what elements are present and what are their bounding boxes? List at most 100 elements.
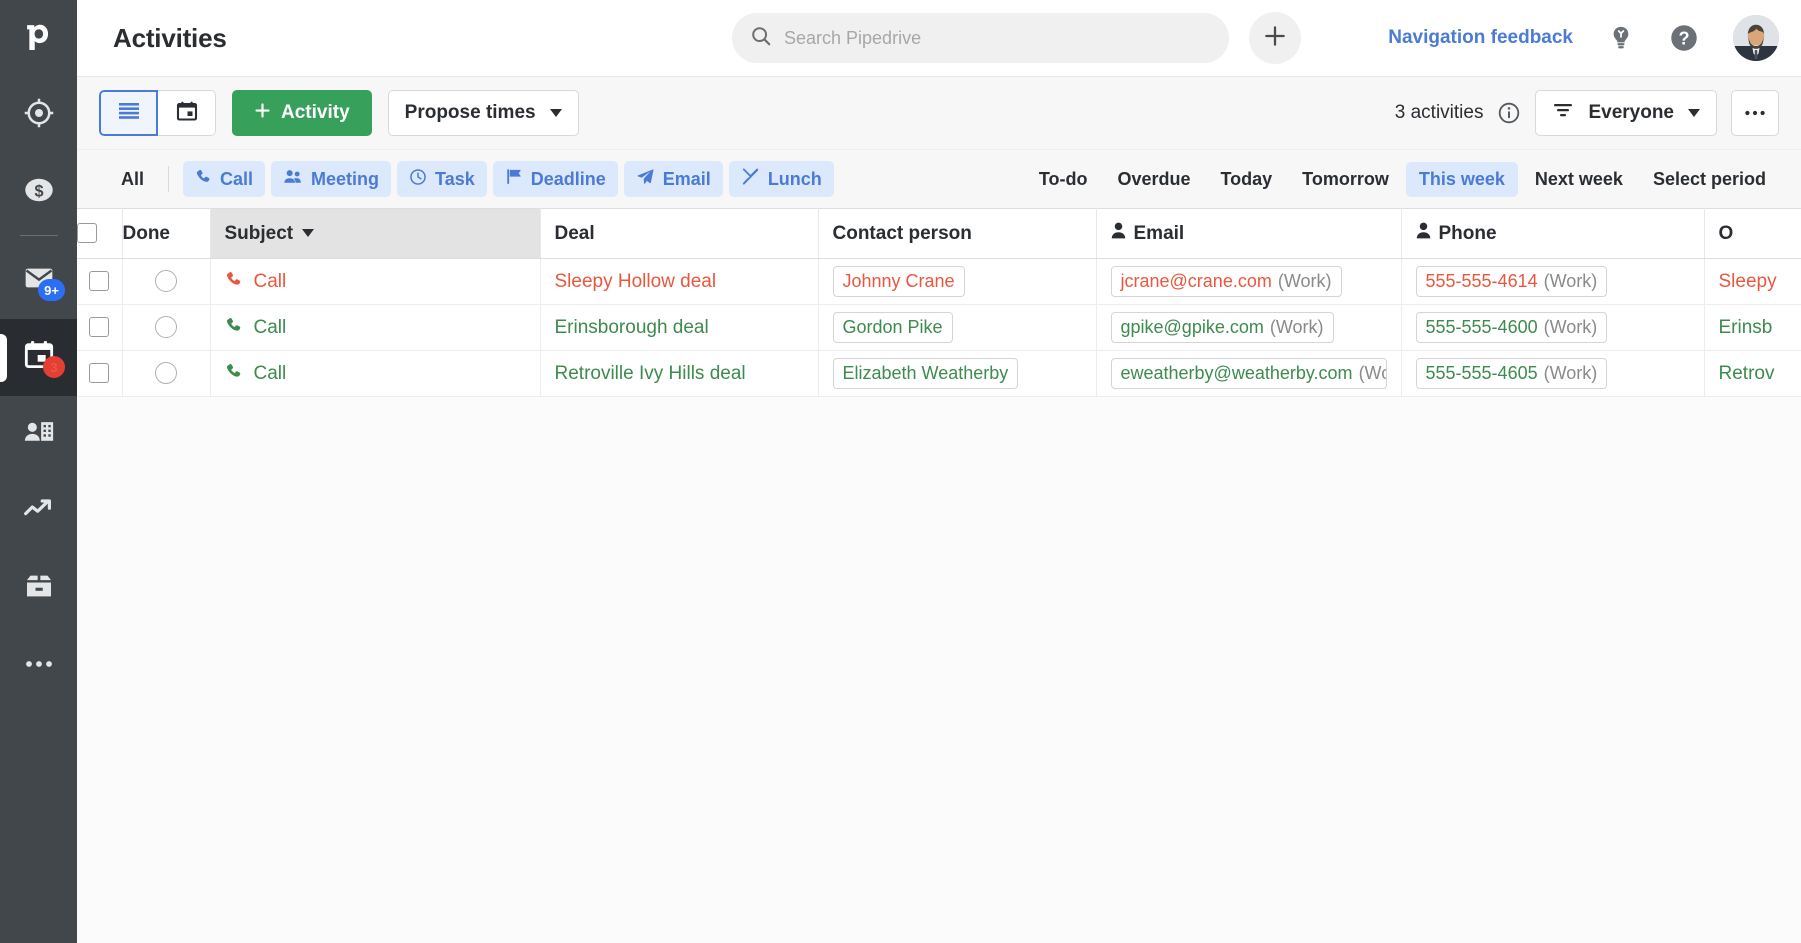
filter-chip-label: Deadline	[531, 169, 606, 190]
sidebar-item-mail[interactable]: 9+	[0, 242, 77, 319]
propose-times-button[interactable]: Propose times	[388, 90, 579, 136]
row-subject-label[interactable]: Call	[254, 363, 287, 385]
sidebar-item-products[interactable]	[0, 550, 77, 627]
email-pill[interactable]: eweatherby@weatherby.com (Work)	[1111, 358, 1387, 389]
people-icon	[283, 168, 303, 190]
mark-done-toggle[interactable]	[155, 362, 177, 384]
activities-table: Done Subject Deal Contact person	[77, 208, 1801, 397]
header-deal[interactable]: Deal	[540, 209, 818, 259]
email-label: (Work)	[1270, 317, 1324, 338]
email-pill[interactable]: jcrane@crane.com (Work)	[1111, 266, 1342, 297]
period-next-week[interactable]: Next week	[1522, 162, 1636, 197]
sidebar-item-leads[interactable]	[0, 77, 77, 154]
row-checkbox[interactable]	[89, 363, 109, 383]
row-deal-cell[interactable]: Sleepy Hollow deal	[540, 259, 818, 305]
filter-chip-lunch[interactable]: Lunch	[729, 161, 834, 197]
main-area: Activities Navigation feed	[77, 0, 1801, 943]
row-done-cell	[122, 259, 210, 305]
phone-pill[interactable]: 555-555-4614 (Work)	[1416, 266, 1608, 297]
email-value: gpike@gpike.com	[1121, 317, 1264, 338]
flag-icon	[505, 167, 523, 191]
info-circle-icon[interactable]	[1497, 101, 1521, 125]
more-options-button[interactable]	[1731, 90, 1779, 136]
sidebar-item-contacts[interactable]	[0, 396, 77, 473]
lightbulb-icon[interactable]	[1607, 24, 1635, 52]
list-view-button[interactable]	[99, 90, 158, 136]
user-avatar[interactable]	[1733, 15, 1779, 61]
period-filters: To-do Overdue Today Tomorrow This week N…	[1026, 162, 1779, 197]
sidebar-item-deals[interactable]: $	[0, 154, 77, 231]
email-pill[interactable]: gpike@gpike.com (Work)	[1111, 312, 1334, 343]
calendar-view-button[interactable]	[157, 90, 216, 136]
sidebar-item-activities[interactable]: 3	[0, 319, 77, 396]
filter-chip-task[interactable]: Task	[397, 161, 487, 197]
owner-filter-button[interactable]: Everyone	[1535, 90, 1717, 136]
header-phone[interactable]: Phone	[1401, 209, 1704, 259]
filter-chip-deadline[interactable]: Deadline	[493, 161, 618, 197]
navigation-feedback-link[interactable]: Navigation feedback	[1388, 27, 1573, 49]
row-checkbox[interactable]	[89, 271, 109, 291]
quick-add-button[interactable]	[1249, 12, 1301, 64]
cutlery-icon	[741, 167, 760, 191]
row-checkbox[interactable]	[89, 317, 109, 337]
header-email[interactable]: Email	[1096, 209, 1401, 259]
filter-all[interactable]: All	[111, 163, 154, 196]
table-row[interactable]: Call Retroville Ivy Hills deal Elizabeth…	[77, 351, 1801, 397]
table-row[interactable]: Call Erinsborough deal Gordon Pike gpike…	[77, 305, 1801, 351]
mail-badge: 9+	[38, 279, 65, 301]
phone-pill[interactable]: 555-555-4605 (Work)	[1416, 358, 1608, 389]
header-done[interactable]: Done	[122, 209, 210, 259]
global-search[interactable]	[732, 13, 1229, 63]
contact-person-pill[interactable]: Gordon Pike	[833, 312, 953, 343]
header-phone-label: Phone	[1439, 223, 1497, 245]
search-input[interactable]	[784, 28, 1211, 49]
phone-label: (Work)	[1544, 317, 1598, 338]
filter-chip-label: Lunch	[768, 169, 822, 190]
row-subject-cell: Call	[210, 351, 540, 397]
owner-filter-label: Everyone	[1588, 102, 1674, 124]
sidebar-item-insights[interactable]	[0, 473, 77, 550]
row-select-cell	[77, 259, 122, 305]
row-organization-cell[interactable]: Erinsb	[1704, 305, 1801, 351]
question-mark-icon[interactable]: ?	[1669, 23, 1699, 53]
row-subject-label[interactable]: Call	[254, 271, 287, 293]
row-subject-cell: Call	[210, 305, 540, 351]
row-organization-cell[interactable]: Retrov	[1704, 351, 1801, 397]
period-this-week[interactable]: This week	[1406, 162, 1518, 197]
paper-plane-icon	[636, 167, 655, 191]
period-overdue[interactable]: Overdue	[1104, 162, 1203, 197]
filter-chip-email[interactable]: Email	[624, 161, 723, 197]
email-value: jcrane@crane.com	[1121, 271, 1272, 292]
phone-pill[interactable]: 555-555-4600 (Work)	[1416, 312, 1608, 343]
select-all-checkbox[interactable]	[77, 223, 97, 243]
header-subject-label: Subject	[225, 223, 294, 244]
phone-value: 555-555-4600	[1426, 317, 1538, 338]
contact-person-pill[interactable]: Elizabeth Weatherby	[833, 358, 1019, 389]
header-subject[interactable]: Subject	[210, 209, 540, 259]
period-today[interactable]: Today	[1208, 162, 1286, 197]
sidebar-item-more[interactable]	[0, 627, 77, 704]
add-activity-button[interactable]: Activity	[232, 90, 372, 136]
header-organization[interactable]: O	[1704, 209, 1801, 259]
row-organization-cell[interactable]: Sleepy	[1704, 259, 1801, 305]
filter-chip-call[interactable]: Call	[183, 161, 265, 197]
filter-chip-meeting[interactable]: Meeting	[271, 161, 391, 197]
table-row[interactable]: Call Sleepy Hollow deal Johnny Crane jcr…	[77, 259, 1801, 305]
header-contact-person[interactable]: Contact person	[818, 209, 1096, 259]
period-tomorrow[interactable]: Tomorrow	[1289, 162, 1402, 197]
left-sidebar: $ 9+	[0, 0, 77, 943]
pipedrive-logo[interactable]	[0, 0, 77, 77]
row-deal-cell[interactable]: Erinsborough deal	[540, 305, 818, 351]
contact-person-pill[interactable]: Johnny Crane	[833, 266, 965, 297]
period-select-period[interactable]: Select period	[1640, 162, 1779, 197]
row-email-cell: jcrane@crane.com (Work)	[1096, 259, 1401, 305]
ellipsis-icon	[23, 657, 55, 675]
period-todo[interactable]: To-do	[1026, 162, 1101, 197]
row-deal-cell[interactable]: Retroville Ivy Hills deal	[540, 351, 818, 397]
mark-done-toggle[interactable]	[155, 316, 177, 338]
row-done-cell	[122, 305, 210, 351]
target-icon	[24, 98, 54, 133]
row-subject-label[interactable]: Call	[254, 317, 287, 339]
mark-done-toggle[interactable]	[155, 270, 177, 292]
activities-table-area: Done Subject Deal Contact person	[77, 208, 1801, 943]
